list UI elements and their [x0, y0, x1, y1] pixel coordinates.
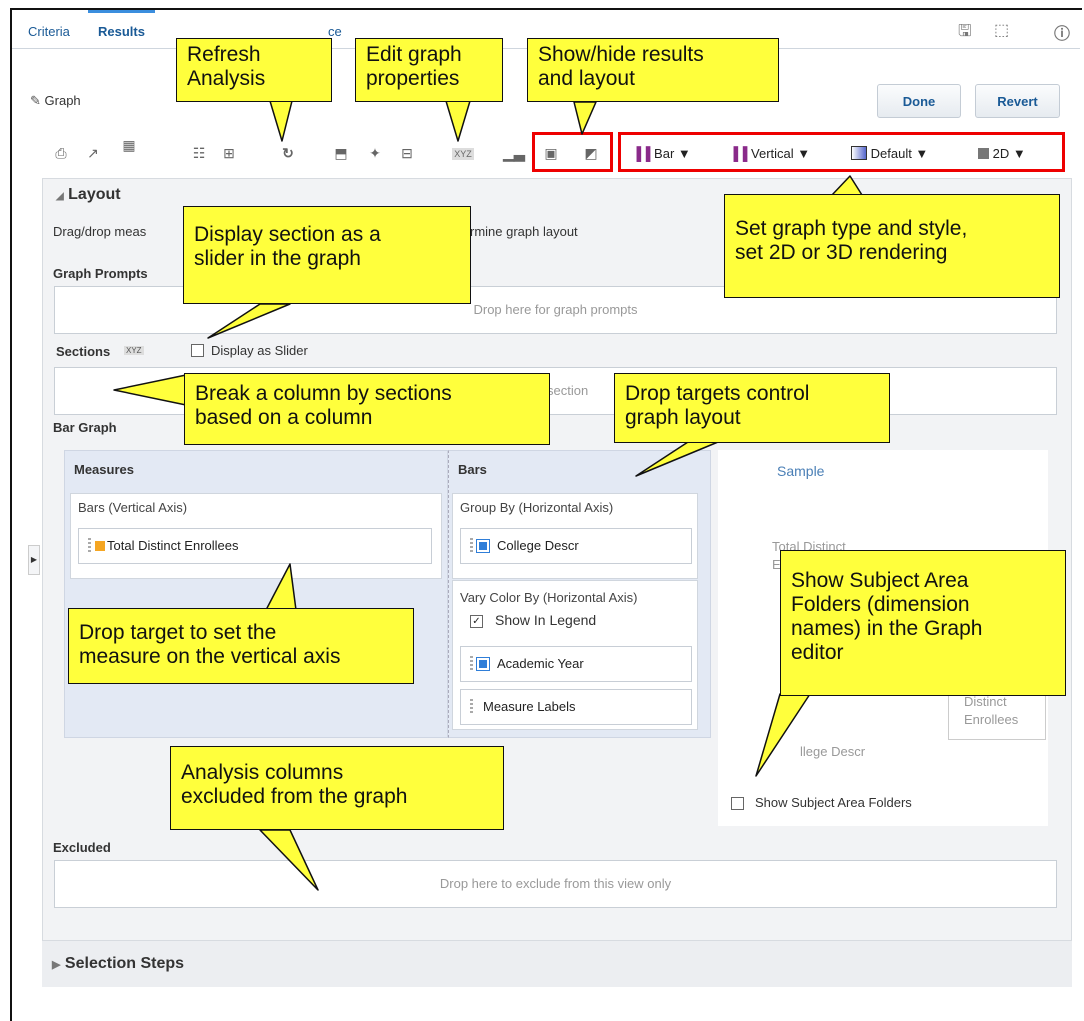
vary-color-label: Vary Color By (Horizontal Axis) [460, 590, 638, 605]
drop-targets-callout: Drop targets control graph layout [614, 373, 890, 443]
sample-text: Enrollees [964, 712, 1019, 727]
vertical-axis-label: Bars (Vertical Axis) [78, 500, 188, 515]
sample-text: Distinct [964, 694, 1007, 709]
done-button[interactable]: Done [877, 84, 961, 118]
selection-steps-bar[interactable] [42, 940, 1072, 987]
edit-graph-properties-callout: Edit graph properties [355, 38, 503, 102]
measure-labels-pill[interactable]: Measure Labels [460, 689, 692, 725]
display-slider-callout: Display section as a slider in the graph [183, 206, 471, 304]
tab-results[interactable]: Results [88, 10, 155, 49]
view-data-icon[interactable]: ▦ [118, 134, 140, 156]
measures-title: Measures [74, 462, 134, 477]
subject-area-folders-callout: Show Subject Area Folders (dimension nam… [780, 550, 1066, 696]
save-as-icon[interactable]: ⬚ [994, 20, 1009, 40]
show-hide-results-callout: Show/hide results and layout [527, 38, 779, 102]
refresh-analysis-callout: Refresh Analysis [176, 38, 332, 102]
table-icon[interactable]: ☷ [188, 142, 210, 164]
attribute-icon [477, 658, 489, 670]
sample-text: llege Descr [800, 744, 866, 759]
show-hide-highlight [532, 132, 613, 172]
measure-icon [95, 541, 105, 551]
sample-title: Sample [777, 463, 825, 479]
show-subject-area-folders-label: Show Subject Area Folders [755, 795, 912, 810]
bars-title: Bars [458, 462, 487, 477]
side-panel-toggle[interactable]: ▶ [28, 545, 40, 575]
drag-handle-icon[interactable] [470, 656, 473, 672]
display-as-slider-checkbox[interactable] [191, 344, 204, 357]
total-distinct-enrollees-pill[interactable]: Total Distinct Enrollees [78, 528, 432, 564]
college-descr-pill[interactable]: College Descr [460, 528, 692, 564]
bar-graph-label: Bar Graph [53, 420, 117, 435]
help-icon[interactable]: ⓘ [1054, 20, 1070, 44]
drag-handle-icon[interactable] [470, 538, 473, 554]
show-in-legend-label: Show In Legend [495, 612, 597, 628]
selection-steps-header[interactable]: ▶ Selection Steps [52, 955, 184, 973]
layout-instructions: Drag/drop meas [53, 224, 147, 239]
excluded-columns-callout: Analysis columns excluded from the graph [170, 746, 504, 830]
group-by-label: Group By (Horizontal Axis) [460, 500, 614, 515]
show-subject-area-folders-checkbox[interactable] [731, 797, 744, 810]
print-icon[interactable]: ⎙ [50, 142, 72, 164]
show-in-legend-checkbox[interactable]: ✓ [470, 615, 483, 628]
layout-section-header[interactable]: ◢ Layout [56, 186, 121, 204]
drag-handle-icon[interactable] [88, 538, 91, 554]
measure-drop-target-callout: Drop target to set the measure on the ve… [68, 608, 414, 684]
graph-view-title: ✎ Graph [30, 93, 81, 108]
excluded-drop-target[interactable]: Drop here to exclude from this view only [54, 860, 1057, 908]
graph-type-style-callout: Set graph type and style, set 2D or 3D r… [724, 194, 1060, 298]
save-icon[interactable]: 🖫 [958, 20, 972, 47]
break-column-callout: Break a column by sections based on a co… [184, 373, 550, 445]
excluded-label: Excluded [53, 840, 111, 855]
layout-instructions-end: rmine graph layout [470, 224, 578, 239]
export-icon[interactable]: ↗ [82, 142, 104, 164]
drag-handle-icon[interactable] [470, 699, 473, 715]
new-row-icon[interactable]: ⬒ [330, 142, 352, 164]
collapse-triangle-icon: ◢ [56, 191, 64, 202]
display-as-slider-label: Display as Slider [211, 343, 308, 358]
graph-prompts-label: Graph Prompts [53, 266, 148, 281]
new-group-icon[interactable]: ✦ [364, 142, 386, 164]
attribute-icon [477, 540, 489, 552]
pivot-icon[interactable]: ⊞ [218, 142, 240, 164]
calc-item-icon[interactable]: ⊟ [396, 142, 418, 164]
academic-year-pill[interactable]: Academic Year [460, 646, 692, 682]
expand-triangle-icon: ▶ [52, 959, 61, 971]
revert-button[interactable]: Revert [975, 84, 1060, 118]
graph-type-highlight [618, 132, 1065, 172]
refresh-icon[interactable]: ↻ [277, 142, 299, 164]
tab-criteria[interactable]: Criteria [18, 12, 80, 48]
pencil-icon: ✎ [30, 93, 41, 108]
chart-icon[interactable]: ▁▃ [503, 142, 525, 164]
edit-graph-properties-icon[interactable]: XYZ [452, 148, 474, 160]
sections-properties-icon[interactable]: XYZ [124, 346, 144, 355]
sections-label: Sections [56, 344, 111, 359]
